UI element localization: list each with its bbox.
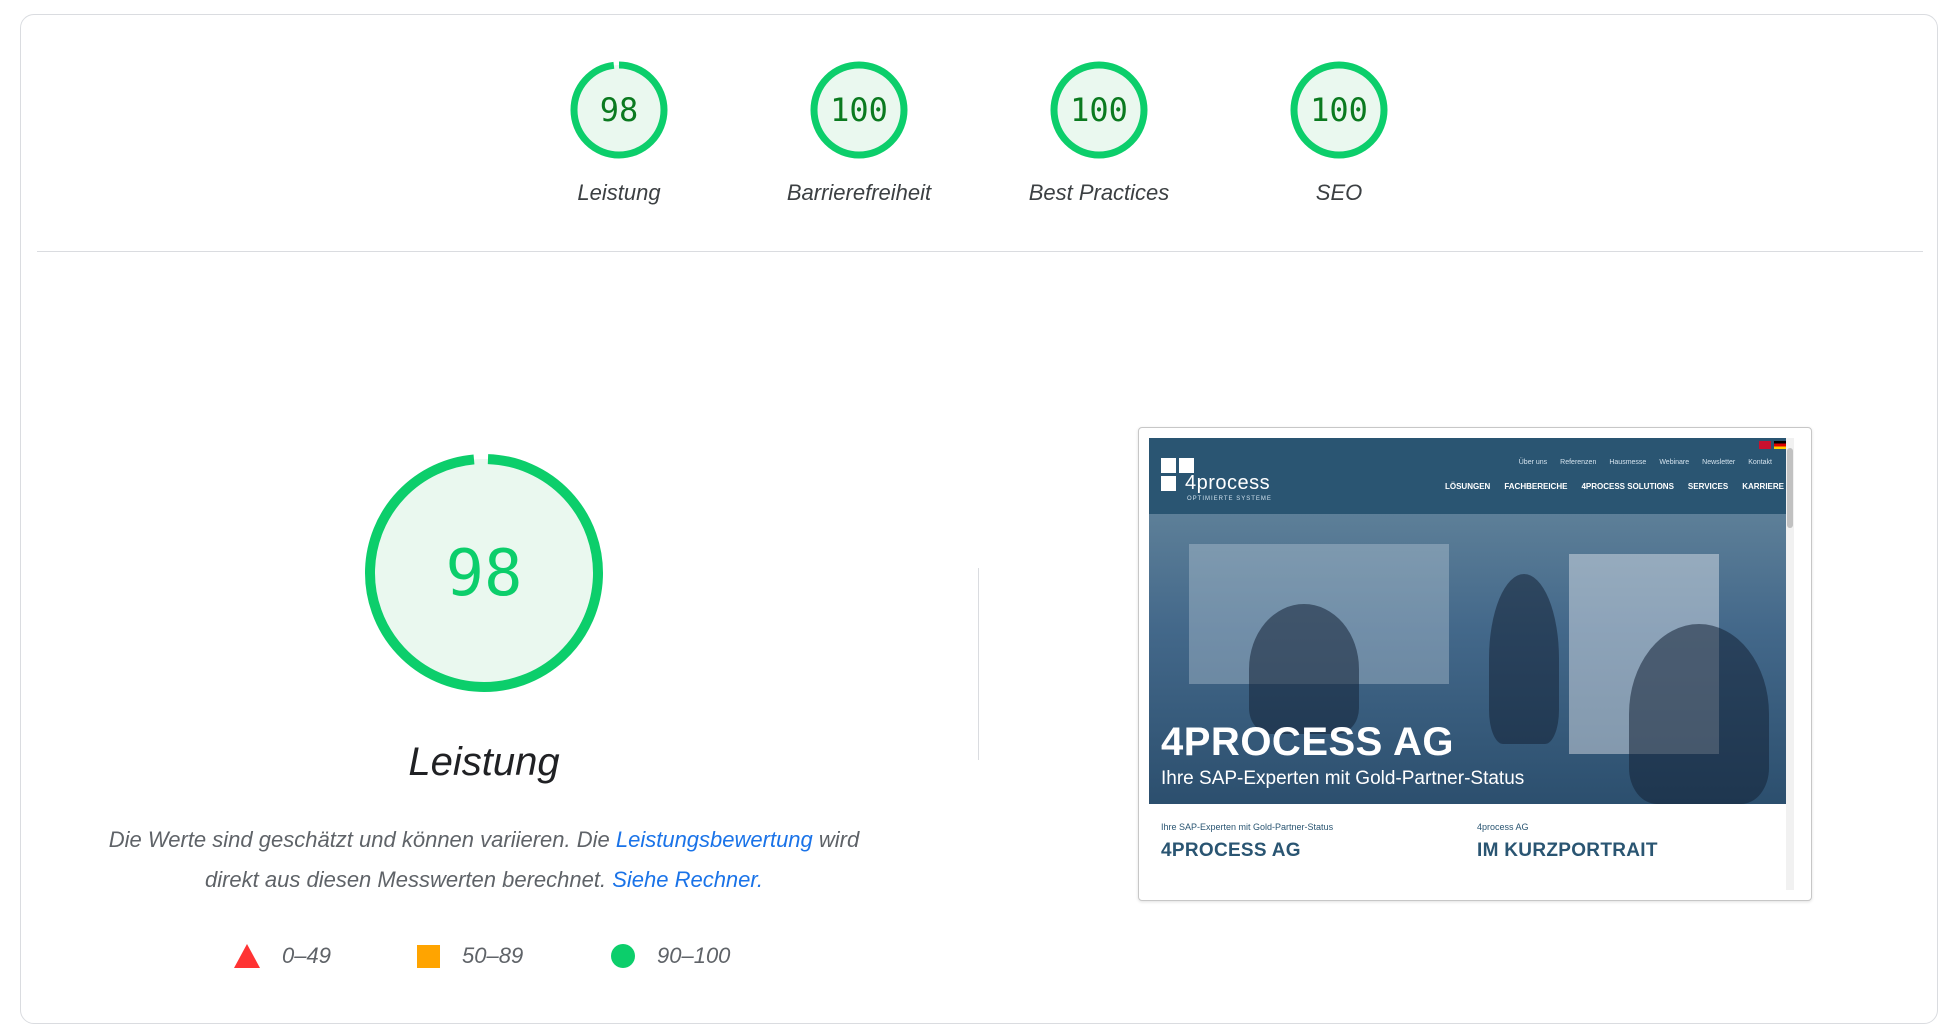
gauge-performance[interactable]: 98 Leistung [519, 58, 719, 228]
site-topnav-item: Kontakt [1748, 459, 1772, 466]
gauge-seo[interactable]: 100 SEO [1239, 58, 1439, 228]
site-header: 4process OPTIMIERTE SYSTEME Über uns Ref… [1149, 438, 1794, 514]
site-mainnav-item: 4PROCESS SOLUTIONS [1581, 482, 1674, 491]
square-icon [417, 944, 440, 968]
gauge-ring: 98 [570, 61, 668, 159]
legend-range: 0–49 [282, 943, 331, 968]
site-topnav-item: Über uns [1518, 459, 1548, 466]
legend-item-pass: 90–100 [611, 940, 730, 972]
performance-score: 98 [445, 537, 522, 611]
teaser-heading: IM KURZPORTRAIT [1477, 840, 1658, 861]
site-logo-subtitle: OPTIMIERTE SYSTEME [1187, 496, 1272, 502]
gauge-label: Best Practices [1028, 180, 1170, 205]
gauge-ring: 100 [1290, 61, 1388, 159]
gauge-score: 100 [1070, 91, 1128, 129]
circle-icon [611, 944, 635, 968]
score-legend: 0–49 50–89 90–100 [230, 940, 830, 972]
desc-text-1: Die Werte sind geschätzt und können vari… [108, 827, 616, 852]
site-top-nav: Über uns Referenzen Hausmesse Webinare N… [1519, 459, 1772, 466]
site-hero-subtitle: Ihre SAP-Experten mit Gold-Partner-Statu… [1161, 768, 1525, 789]
site-mainnav-item: KARRIERE [1742, 482, 1784, 491]
vertical-divider [978, 568, 979, 760]
gauge-ring: 100 [810, 61, 908, 159]
gauge-best-practices[interactable]: 100 Best Practices [999, 58, 1199, 228]
triangle-icon [234, 944, 260, 968]
gauge-label: Leistung [577, 180, 661, 205]
site-teaser-right: 4process AG IM KURZPORTRAIT [1477, 822, 1658, 862]
gauge-ring: 100 [1050, 61, 1148, 159]
performance-gauge-ring: 98 [365, 454, 603, 693]
teaser-kicker: 4process AG [1477, 822, 1529, 832]
gauge-score: 100 [830, 91, 888, 129]
site-topnav-item: Hausmesse [1609, 459, 1647, 466]
hero-person [1249, 604, 1359, 734]
gauge-label: SEO [1315, 180, 1363, 205]
site-topnav-item: Newsletter [1702, 459, 1736, 466]
site-main-nav: LÖSUNGEN FACHBEREICHE 4PROCESS SOLUTIONS… [1445, 482, 1784, 491]
hero-person [1629, 624, 1769, 804]
performance-gauge-large: 98 [364, 453, 604, 693]
site-topnav-item: Webinare [1659, 459, 1690, 466]
site-mainnav-item: FACHBEREICHE [1504, 482, 1568, 491]
category-gauges: 98 Leistung 100 Barrierefreiheit 100 Bes… [0, 0, 1960, 250]
legend-range: 50–89 [462, 943, 524, 968]
site-topnav-item: Referenzen [1560, 459, 1597, 466]
legend-item-fail: 0–49 [234, 940, 331, 972]
teaser-heading: 4PROCESS AG [1161, 840, 1301, 861]
site-teaser-left: Ihre SAP-Experten mit Gold-Partner-Statu… [1161, 822, 1333, 862]
de-flag-icon [1774, 441, 1786, 449]
site-scrollbar [1786, 438, 1794, 890]
performance-description: Die Werte sind geschätzt und können vari… [84, 820, 884, 900]
gauge-accessibility[interactable]: 100 Barrierefreiheit [759, 58, 959, 228]
page-screenshot: 4process OPTIMIERTE SYSTEME Über uns Ref… [1149, 438, 1794, 890]
calculator-link[interactable]: Siehe Rechner. [612, 867, 763, 892]
legend-item-average: 50–89 [417, 940, 523, 972]
site-mainnav-item: SERVICES [1687, 482, 1729, 491]
language-flags [1759, 441, 1786, 449]
legend-range: 90–100 [657, 943, 731, 968]
uk-flag-icon [1759, 441, 1771, 449]
site-mainnav-item: LÖSUNGEN [1444, 482, 1491, 491]
section-divider [37, 251, 1923, 252]
gauge-score: 98 [600, 91, 639, 129]
teaser-kicker: Ihre SAP-Experten mit Gold-Partner-Statu… [1161, 822, 1334, 832]
performance-scoring-link[interactable]: Leistungsbewertung [616, 827, 813, 852]
site-logo-text: 4process [1185, 472, 1271, 494]
site-hero-image: 4PROCESS AG Ihre SAP-Experten mit Gold-P… [1149, 514, 1794, 804]
final-screenshot: 4process OPTIMIERTE SYSTEME Über uns Ref… [1138, 427, 1812, 901]
gauge-score: 100 [1310, 91, 1368, 129]
hero-person [1489, 574, 1559, 744]
performance-title: Leistung [408, 740, 560, 784]
site-hero-title: 4PROCESS AG [1161, 720, 1454, 764]
gauge-label: Barrierefreiheit [786, 180, 932, 205]
